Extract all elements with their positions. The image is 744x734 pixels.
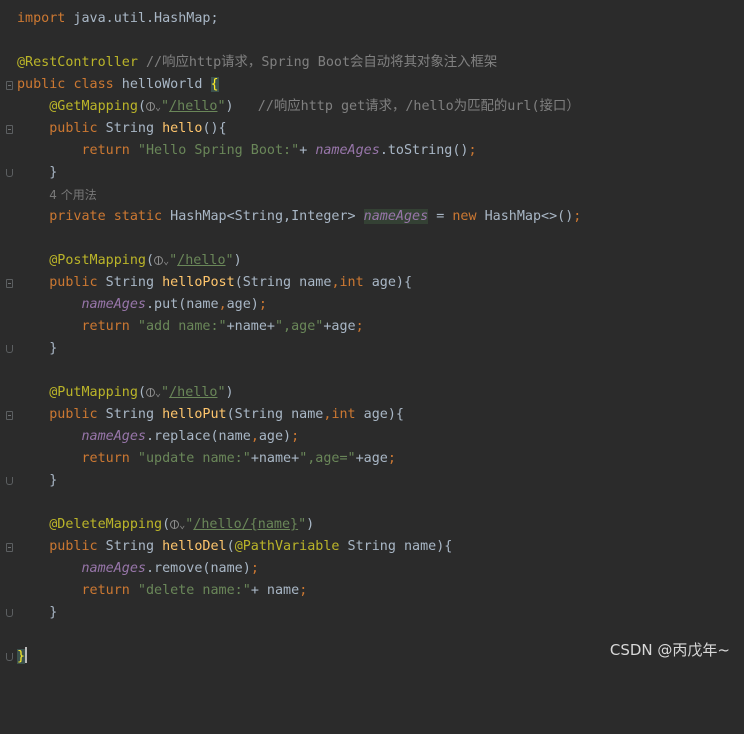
code-line-3: @RestController //响应http请求，Spring Boot会自… bbox=[17, 55, 498, 70]
fold-icon[interactable] bbox=[6, 653, 13, 661]
endpoint-url-link[interactable]: /hello bbox=[177, 253, 225, 268]
matched-brace: } bbox=[17, 649, 26, 664]
code-line-28: } bbox=[0, 602, 744, 624]
text-cursor bbox=[25, 647, 28, 663]
fold-icon[interactable] bbox=[6, 345, 13, 353]
code-line-9: 4 个用法 bbox=[0, 184, 744, 206]
fold-icon[interactable] bbox=[6, 125, 13, 134]
globe-icon[interactable] bbox=[146, 388, 155, 397]
code-line-12: @PostMapping(⌄"/hello") bbox=[49, 253, 242, 268]
code-line-25: public String helloDel(@PathVariable Str… bbox=[0, 536, 744, 558]
fold-icon[interactable] bbox=[6, 609, 13, 617]
fold-icon[interactable] bbox=[6, 543, 13, 552]
fold-icon[interactable] bbox=[6, 411, 13, 420]
endpoint-url-link[interactable]: /hello bbox=[169, 385, 217, 400]
fold-icon[interactable] bbox=[6, 169, 13, 177]
code-line-10: private static HashMap<String,Integer> n… bbox=[49, 209, 582, 224]
globe-icon[interactable] bbox=[146, 102, 155, 111]
code-line-14: nameAges.put(name,age); bbox=[81, 297, 267, 312]
code-line-16: } bbox=[0, 338, 744, 360]
globe-icon[interactable] bbox=[170, 520, 180, 529]
usages-hint[interactable]: 4 个用法 bbox=[49, 188, 96, 202]
endpoint-url-link[interactable]: /hello bbox=[169, 99, 217, 114]
code-line-22: } bbox=[0, 470, 744, 492]
highlighted-field: nameAges bbox=[363, 209, 429, 224]
code-line-13: public String helloPost(String name,int … bbox=[0, 272, 744, 294]
code-line-27: return "delete name:"+ name; bbox=[81, 583, 308, 598]
globe-icon[interactable] bbox=[154, 256, 164, 265]
code-line-24: @DeleteMapping(⌄"/hello/{name}") bbox=[49, 517, 315, 532]
code-line-8: } bbox=[0, 162, 744, 184]
code-line-4: public class helloWorld { bbox=[0, 74, 744, 96]
watermark: CSDN @丙戊年~ bbox=[609, 641, 730, 659]
code-line-19: public String helloPut(String name,int a… bbox=[0, 404, 744, 426]
code-line-18: @PutMapping(⌄"/hello") bbox=[49, 385, 234, 400]
code-line-20: nameAges.replace(name,age); bbox=[81, 429, 300, 444]
code-line-5: @GetMapping(⌄"/hello") //响应http get请求，/h… bbox=[49, 99, 580, 114]
fold-icon[interactable] bbox=[6, 81, 13, 90]
code-line-15: return "add name:"+name+",age"+age; bbox=[81, 319, 364, 334]
matched-brace: { bbox=[210, 77, 219, 92]
code-line-6: public String hello(){ bbox=[0, 118, 744, 140]
fold-icon[interactable] bbox=[6, 279, 13, 288]
code-line-1: import java.util.HashMap; bbox=[17, 11, 219, 26]
endpoint-url-link[interactable]: /hello/{name} bbox=[193, 517, 298, 532]
code-line-21: return "update name:"+name+",age="+age; bbox=[81, 451, 396, 466]
code-line-7: return "Hello Spring Boot:"+ nameAges.to… bbox=[81, 143, 477, 158]
code-line-26: nameAges.remove(name); bbox=[81, 561, 259, 576]
fold-icon[interactable] bbox=[6, 477, 13, 485]
